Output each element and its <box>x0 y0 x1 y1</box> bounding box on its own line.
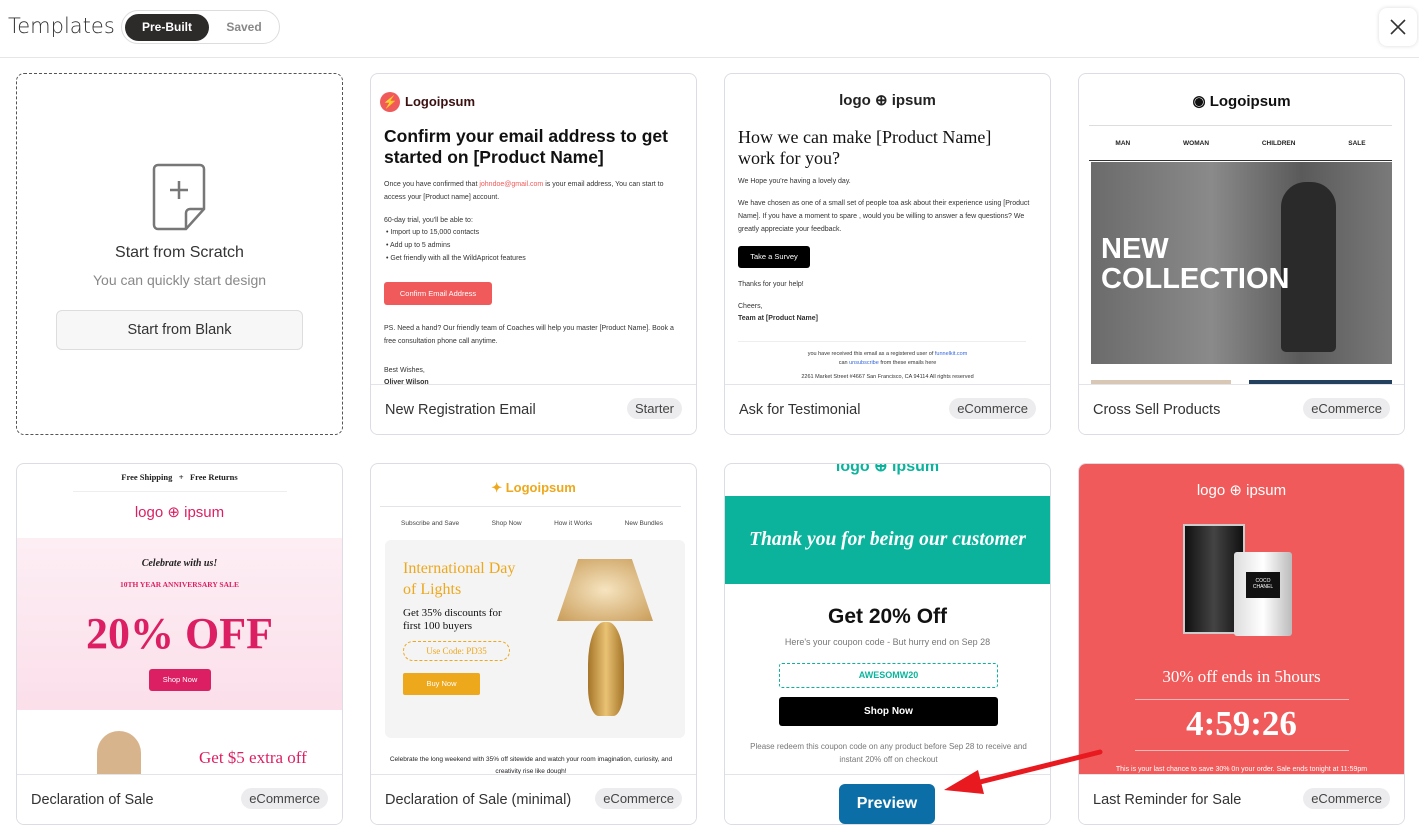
text: Celebrate the long weekend with 35% off … <box>389 756 673 774</box>
close-icon <box>1390 19 1406 35</box>
text: Here's your coupon code - But hurry end … <box>784 637 991 647</box>
bullet: • Import up to 15,000 contacts <box>386 229 480 236</box>
model-image <box>97 731 141 774</box>
text: Team at [Product Name] <box>738 315 818 322</box>
hero-panel: International Day of Lights Get 35% disc… <box>385 540 685 738</box>
survey-button: Take a Survey <box>738 246 810 268</box>
annotation-arrow <box>944 749 1103 794</box>
template-card-new-registration[interactable]: ⚡ Logoipsum Confirm your email address t… <box>370 73 697 435</box>
logo: logo ⊕ ipsum <box>1196 482 1287 499</box>
template-card-declaration-of-sale[interactable]: Free Shipping + Free Returns logo ⊕ ipsu… <box>16 463 343 825</box>
header: Templates Pre-Built Saved <box>0 0 1419 58</box>
countdown-timer: 4:59:26 <box>1186 704 1297 743</box>
hero-text: NEW COLLECTION <box>1101 233 1290 295</box>
tab-pre-built[interactable]: Pre-Built <box>125 14 209 41</box>
text: We Hope you're having a lovely day. <box>738 178 851 185</box>
category-badge: eCommerce <box>1303 398 1390 419</box>
template-preview: logo ⊕ ipsum COCO CHANEL 30% off ends in… <box>1079 464 1404 774</box>
sale-banner: Celebrate with us! 10TH YEAR ANNIVERSARY… <box>17 538 342 710</box>
template-card-declaration-of-sale-minimal[interactable]: ✦ Logoipsum Subscribe and Save Shop Now Ho… <box>370 463 697 825</box>
shipping-text: Free Shipping + Free Returns <box>121 472 238 482</box>
preview-button[interactable]: Preview <box>839 784 935 824</box>
text: Oliver Wilson <box>384 379 429 384</box>
template-name: New Registration Email <box>385 402 536 418</box>
thank-you-banner: Thank you for being our customer <box>725 496 1050 584</box>
globe-icon: ⊕ <box>167 504 180 521</box>
template-card-ask-testimonial[interactable]: logo ⊕ ipsum How we can make [Product Na… <box>724 73 1051 435</box>
tab-saved[interactable]: Saved <box>214 14 274 41</box>
logo: ✦ Logoipsum <box>491 480 576 495</box>
scratch-title: Start from Scratch <box>115 244 244 261</box>
template-name: Ask for Testimonial <box>739 402 861 418</box>
hero-image: NEW COLLECTION <box>1091 162 1392 364</box>
text: can unsubscribe from these emails here <box>838 360 937 366</box>
email: johndoe@gmail.com <box>479 181 544 188</box>
logo-icon: ⚡ <box>380 92 400 112</box>
text: you have received this email as a regist… <box>807 351 968 357</box>
globe-icon: ⊕ <box>1229 482 1242 499</box>
preview-heading: Get 20% Off <box>827 605 948 628</box>
logo-icon: ✦ <box>491 480 503 495</box>
start-from-blank-button[interactable]: Start from Blank <box>56 310 303 350</box>
bullet: • Add up to 5 admins <box>386 242 451 249</box>
text: Once you have confirmed that <box>384 181 480 188</box>
category-badge: eCommerce <box>949 398 1036 419</box>
category-badge: eCommerce <box>595 788 682 809</box>
logo: logo ⊕ ipsum <box>839 92 936 109</box>
text: PS. Need a hand? Our friendly team of Co… <box>384 325 674 345</box>
preview-heading: How we can make [Product Name] work for … <box>738 127 992 168</box>
nav-item: Subscribe and Save <box>401 520 460 527</box>
globe-icon: ⊕ <box>874 464 888 475</box>
text: Get $5 extra off <box>199 748 307 767</box>
coupon-code: AWESOMW20 <box>779 663 998 688</box>
confirm-email-button: Confirm Email Address <box>384 282 492 305</box>
nav-item: SALE <box>1348 139 1366 147</box>
template-name: Declaration of Sale <box>31 792 154 808</box>
page-title: Templates <box>8 14 115 38</box>
category-badge: eCommerce <box>241 788 328 809</box>
category-badge: Starter <box>626 398 682 419</box>
nav-item: New Bundles <box>624 520 663 527</box>
logo-icon: ◉ <box>1192 93 1206 110</box>
template-preview: logo ⊕ ipsum Thank you for being our cus… <box>725 464 1050 774</box>
shop-now-button: Shop Now <box>779 697 998 726</box>
template-preview: logo ⊕ ipsum How we can make [Product Na… <box>725 74 1050 384</box>
nav-item: CHILDREN <box>1261 139 1296 147</box>
template-card-cross-sell[interactable]: ◉ Logoipsum MAN WOMAN CHILDREN SALE NEW COL… <box>1078 73 1405 435</box>
text: We have chosen as one of a small set of … <box>738 200 1030 233</box>
text: 30% off ends in 5hours <box>1162 667 1321 686</box>
scratch-subtitle: You can quickly start design <box>92 272 267 288</box>
new-document-icon <box>152 163 206 231</box>
text: Thanks for your help! <box>738 281 804 288</box>
template-preview: Free Shipping + Free Returns logo ⊕ ipsu… <box>17 464 342 774</box>
nav-item: Shop Now <box>491 520 522 527</box>
template-source-toggle: Pre-Built Saved <box>121 10 280 44</box>
nav-item: WOMAN <box>1183 139 1210 147</box>
bullet: • Get friendly with all the WildApricot … <box>386 255 526 262</box>
template-card-last-reminder[interactable]: logo ⊕ ipsum COCO CHANEL 30% off ends in… <box>1078 463 1405 825</box>
template-preview: ✦ Logoipsum Subscribe and Save Shop Now Ho… <box>371 464 696 774</box>
preview-heading: Confirm your email address to get starte… <box>384 126 668 167</box>
logo: ◉ Logoipsum <box>1192 93 1291 110</box>
logo: logo ⊕ ipsum <box>134 504 225 521</box>
nav-item: How it Works <box>554 520 593 527</box>
template-name: Cross Sell Products <box>1093 402 1221 418</box>
logo: Logoipsum <box>405 94 476 109</box>
text: 2261 Market Street #4667 San Francisco, … <box>801 374 974 380</box>
template-name: Declaration of Sale (minimal) <box>385 792 572 808</box>
start-from-scratch-card: Start from Scratch You can quickly start… <box>16 73 343 435</box>
nav-item: MAN <box>1115 139 1131 147</box>
template-preview: ⚡ Logoipsum Confirm your email address t… <box>371 74 696 384</box>
globe-icon: ⊕ <box>874 92 888 109</box>
lamp-image <box>557 559 653 621</box>
category-badge: eCommerce <box>1303 788 1390 809</box>
text: This is your last chance to save 30% 0n … <box>1115 766 1368 773</box>
template-name: Last Reminder for Sale <box>1093 792 1242 808</box>
close-button[interactable] <box>1379 8 1417 46</box>
template-preview: ◉ Logoipsum MAN WOMAN CHILDREN SALE NEW COL… <box>1079 74 1404 384</box>
logo: logo ⊕ ipsum <box>725 464 1050 476</box>
